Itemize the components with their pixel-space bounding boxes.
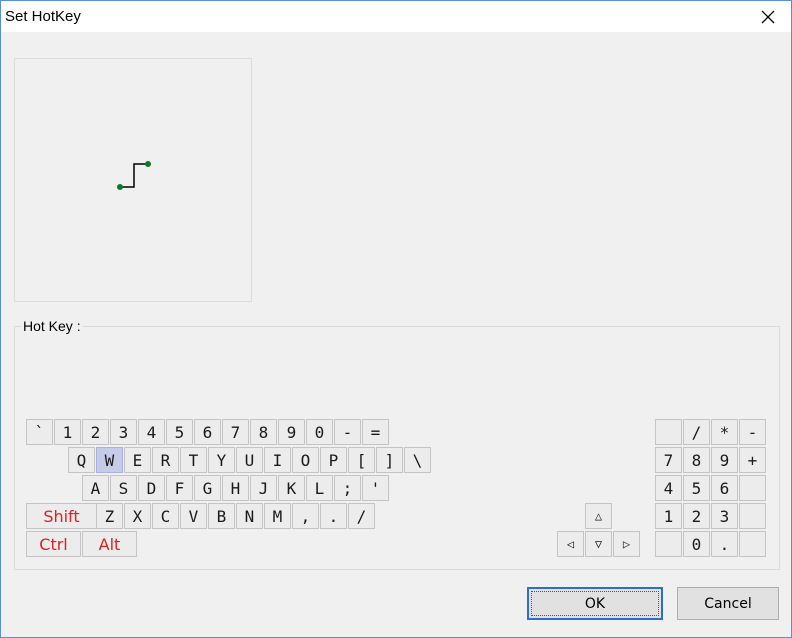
key-arrow-right[interactable]: ▷	[613, 531, 640, 557]
key-row2-11[interactable]: ]	[376, 447, 403, 473]
numpad-key-1-2[interactable]: 9	[711, 447, 738, 473]
numpad-key-3-1[interactable]: 2	[683, 503, 710, 529]
key-row2-3[interactable]: R	[152, 447, 179, 473]
key-row2-2[interactable]: E	[124, 447, 151, 473]
key-row3-6[interactable]: J	[250, 475, 277, 501]
key-row2-9[interactable]: P	[320, 447, 347, 473]
key-row3-10[interactable]: '	[362, 475, 389, 501]
key-row2-7[interactable]: I	[264, 447, 291, 473]
key-row3-1[interactable]: S	[110, 475, 137, 501]
key-row2-10[interactable]: [	[348, 447, 375, 473]
key-row1-9[interactable]: 9	[278, 419, 305, 445]
key-row1-8[interactable]: 8	[250, 419, 277, 445]
key-row1-4[interactable]: 4	[138, 419, 165, 445]
key-row3-0[interactable]: A	[82, 475, 109, 501]
key-arrow-left[interactable]: ◁	[557, 531, 584, 557]
key-row2-1[interactable]: W	[96, 447, 123, 473]
key-row3-8[interactable]: L	[306, 475, 333, 501]
numpad-key-2-0[interactable]: 4	[655, 475, 682, 501]
numpad-key-0-1[interactable]: /	[683, 419, 710, 445]
key-row4-8[interactable]: .	[320, 503, 347, 529]
key-row4-1[interactable]: X	[124, 503, 151, 529]
title-bar: Set HotKey	[1, 1, 791, 32]
key-row1-7[interactable]: 7	[222, 419, 249, 445]
numpad-key-3-2[interactable]: 3	[711, 503, 738, 529]
numpad-key-1-3[interactable]: +	[739, 447, 766, 473]
key-row1-10[interactable]: 0	[306, 419, 333, 445]
key-alt[interactable]: Alt	[82, 531, 137, 557]
numpad-key-4-2[interactable]: .	[711, 531, 738, 557]
key-row3-9[interactable]: ;	[334, 475, 361, 501]
key-row1-6[interactable]: 6	[194, 419, 221, 445]
key-row4-9[interactable]: /	[348, 503, 375, 529]
gesture-preview-panel	[14, 58, 252, 302]
gesture-stroke-icon	[117, 161, 151, 190]
key-row4-2[interactable]: C	[152, 503, 179, 529]
key-row3-7[interactable]: K	[278, 475, 305, 501]
key-row2-6[interactable]: U	[236, 447, 263, 473]
numpad-key-4-0[interactable]	[655, 531, 682, 557]
key-row1-2[interactable]: 2	[82, 419, 109, 445]
numpad-key-4-1[interactable]: 0	[683, 531, 710, 557]
dialog-window: Set HotKey Hot Key : ` 1 2 3 4 5 6 7 8 9 0- = Q W E R T Y…	[0, 0, 792, 638]
numpad-key-1-1[interactable]: 8	[683, 447, 710, 473]
hotkey-group-label: Hot Key :	[21, 318, 83, 334]
key-row2-8[interactable]: O	[292, 447, 319, 473]
numpad-key-0-3[interactable]: -	[739, 419, 766, 445]
key-row4-0[interactable]: Z	[96, 503, 123, 529]
key-arrow-up[interactable]: △	[585, 503, 612, 529]
window-title: Set HotKey	[5, 8, 81, 25]
ok-button[interactable]: OK	[527, 587, 663, 620]
key-row1-1[interactable]: 1	[54, 419, 81, 445]
cancel-button-label: Cancel	[704, 595, 752, 612]
key-ctrl[interactable]: Ctrl	[26, 531, 81, 557]
key-row3-4[interactable]: G	[194, 475, 221, 501]
key-row1-0[interactable]: `	[26, 419, 53, 445]
key-row4-5[interactable]: N	[236, 503, 263, 529]
numpad-key-2-1[interactable]: 5	[683, 475, 710, 501]
key-row1-3[interactable]: 3	[110, 419, 137, 445]
numpad-key-0-2[interactable]: *	[711, 419, 738, 445]
key-row4-4[interactable]: B	[208, 503, 235, 529]
key-row2-12[interactable]: \	[404, 447, 431, 473]
numpad-key-1-0[interactable]: 7	[655, 447, 682, 473]
key-row2-0[interactable]: Q	[68, 447, 95, 473]
close-icon	[761, 10, 775, 23]
cancel-button[interactable]: Cancel	[677, 587, 779, 620]
close-button[interactable]	[745, 1, 791, 32]
key-row2-4[interactable]: T	[180, 447, 207, 473]
key-row4-3[interactable]: V	[180, 503, 207, 529]
key-row3-5[interactable]: H	[222, 475, 249, 501]
key-row4-6[interactable]: M	[264, 503, 291, 529]
key-row3-3[interactable]: F	[166, 475, 193, 501]
numpad-key-0-0[interactable]	[655, 419, 682, 445]
key-shift[interactable]: Shift	[26, 503, 97, 529]
numpad-key-3-3[interactable]	[739, 503, 766, 529]
key-row4-7[interactable]: ,	[292, 503, 319, 529]
numpad-key-2-2[interactable]: 6	[711, 475, 738, 501]
ok-button-label: OK	[584, 595, 606, 612]
key-row1-11[interactable]: -	[334, 419, 361, 445]
numpad-key-3-0[interactable]: 1	[655, 503, 682, 529]
key-row1-12[interactable]: =	[362, 419, 389, 445]
key-row2-5[interactable]: Y	[208, 447, 235, 473]
key-row1-5[interactable]: 5	[166, 419, 193, 445]
key-arrow-down[interactable]: ▽	[585, 531, 612, 557]
numpad-key-4-3[interactable]	[739, 531, 766, 557]
numpad-key-2-3[interactable]	[739, 475, 766, 501]
key-row3-2[interactable]: D	[138, 475, 165, 501]
